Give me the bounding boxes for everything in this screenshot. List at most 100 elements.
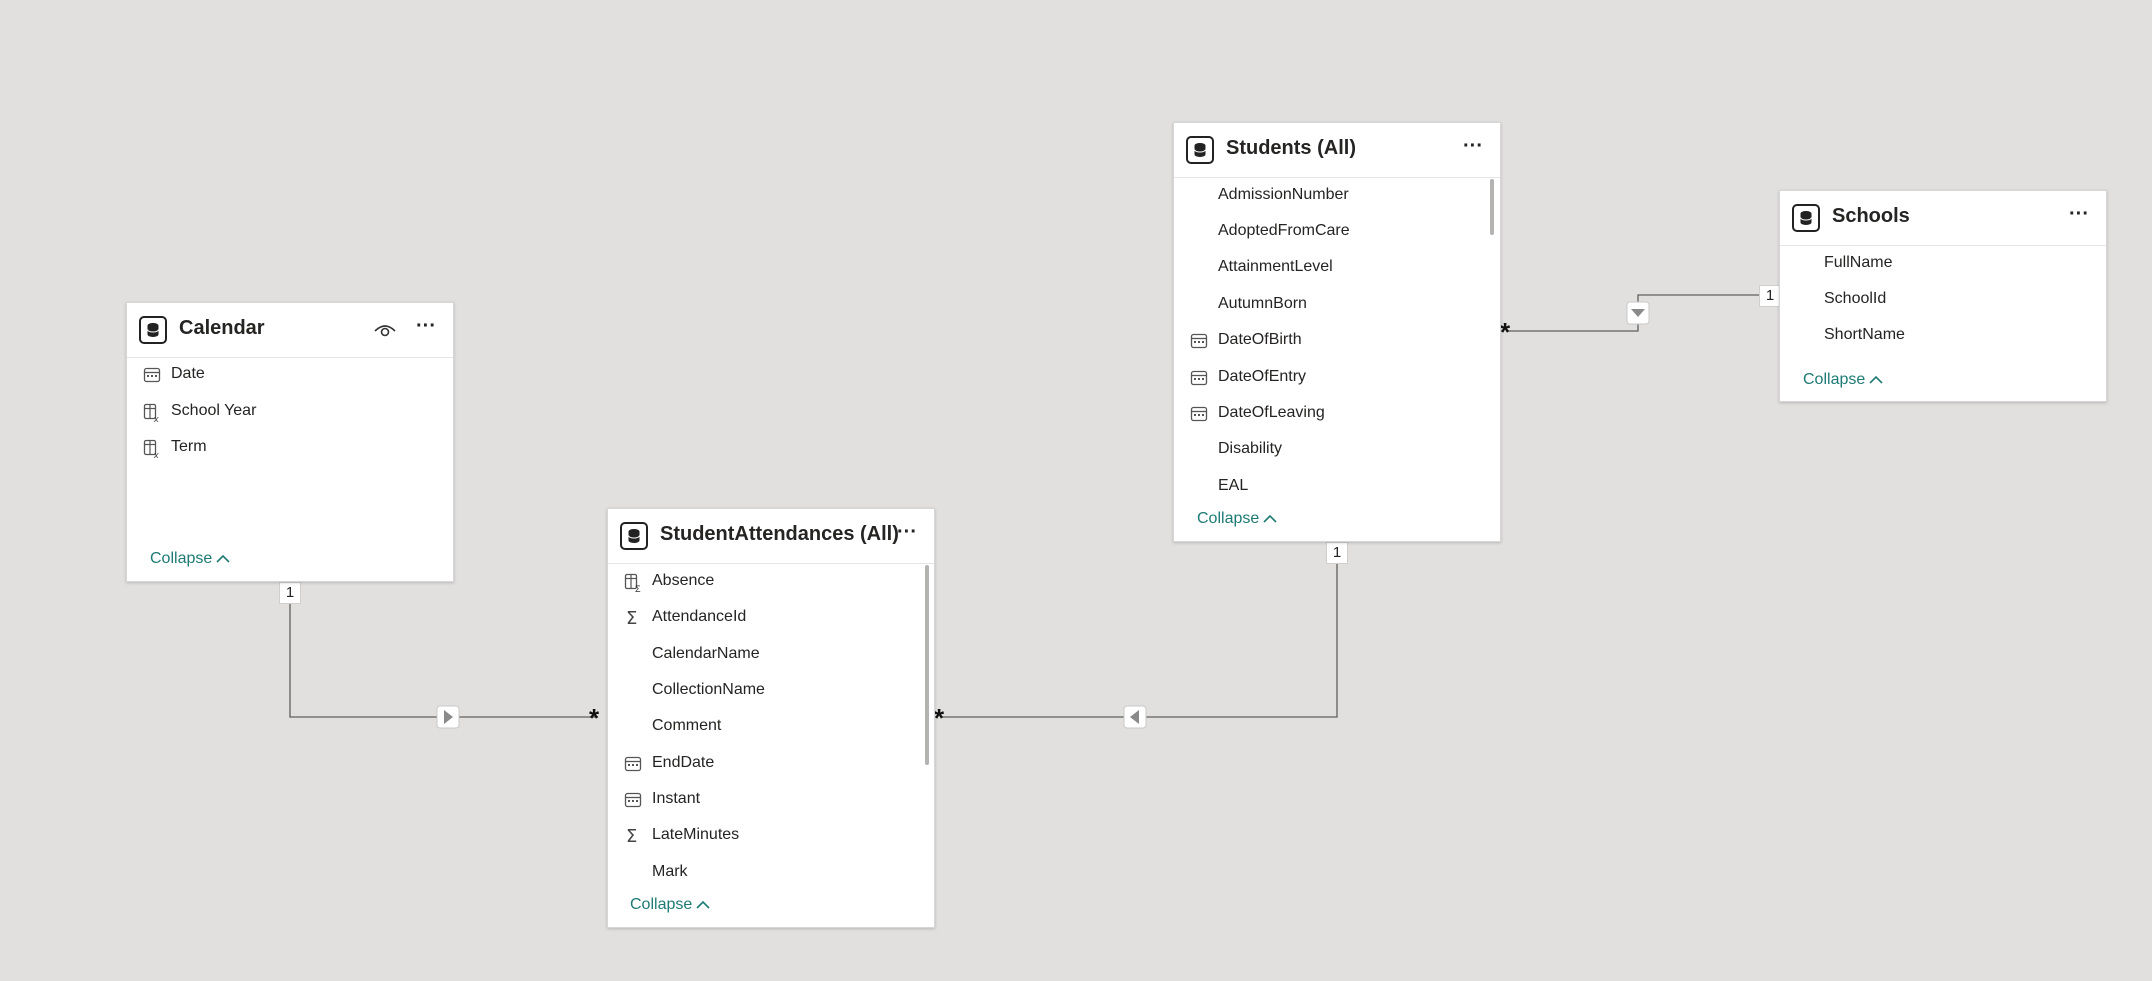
cardinality-many-attendances-left: *: [589, 703, 600, 733]
field-item[interactable]: DateOfEntry: [1174, 360, 1500, 396]
field-name: Comment: [652, 717, 722, 734]
calculated-column-icon: x: [143, 403, 161, 424]
field-name: AutumnBorn: [1218, 295, 1307, 312]
chevron-up-icon: [1869, 375, 1883, 384]
collapse-button[interactable]: Collapse: [630, 896, 710, 914]
more-options-button[interactable]: ···: [1460, 136, 1486, 161]
field-name: Absence: [652, 572, 715, 589]
calendar-icon: [624, 791, 642, 809]
table-card-student-attendances[interactable]: StudentAttendances (All) ··· Σ Absence Σ…: [607, 508, 935, 928]
field-item[interactable]: EndDate: [608, 746, 934, 782]
filter-direction-arrow-right[interactable]: [436, 705, 460, 729]
table-header[interactable]: Students (All) ···: [1174, 123, 1500, 178]
field-name: EndDate: [652, 754, 715, 771]
svg-text:x: x: [153, 450, 159, 459]
collapse-label: Collapse: [1197, 510, 1260, 527]
cardinality-one-schools: 1: [1759, 285, 1781, 307]
chevron-up-icon: [216, 554, 230, 563]
field-item[interactable]: DateOfLeaving: [1174, 396, 1500, 432]
filter-direction-arrow-left[interactable]: [1123, 705, 1147, 729]
field-item[interactable]: Mark: [608, 855, 934, 891]
field-name: Term: [171, 438, 207, 455]
table-card-students[interactable]: Students (All) ··· AdmissionNumber Adopt…: [1173, 122, 1501, 542]
field-name: DateOfBirth: [1218, 331, 1302, 348]
field-item[interactable]: x School Year: [127, 394, 453, 430]
field-item[interactable]: CollectionName: [608, 673, 934, 709]
table-icon: [1186, 136, 1214, 164]
field-name: EAL: [1218, 477, 1249, 494]
field-item[interactable]: AutumnBorn: [1174, 287, 1500, 323]
field-item[interactable]: Σ AttendanceId: [608, 600, 934, 636]
more-options-button[interactable]: ···: [2066, 204, 2092, 229]
field-item[interactable]: Σ LateMinutes: [608, 818, 934, 854]
table-header[interactable]: Schools ···: [1780, 191, 2106, 246]
calculated-column-icon: x: [143, 439, 161, 460]
calendar-icon: [624, 755, 642, 773]
field-item[interactable]: ShortName: [1780, 318, 2106, 354]
table-icon: [139, 316, 167, 344]
calendar-icon: [1190, 405, 1208, 423]
cardinality-one-students: 1: [1326, 542, 1348, 564]
collapse-label: Collapse: [150, 550, 213, 567]
field-item[interactable]: CalendarName: [608, 637, 934, 673]
field-item[interactable]: Date: [127, 357, 453, 393]
calendar-icon: [1190, 369, 1208, 387]
svg-text:Σ: Σ: [635, 584, 641, 593]
calculated-column-icon: Σ: [624, 573, 642, 594]
field-name: Instant: [652, 790, 701, 807]
chevron-up-icon: [1263, 514, 1277, 523]
field-item[interactable]: SchoolId: [1780, 282, 2106, 318]
chevron-up-icon: [696, 900, 710, 909]
field-name: Mark: [652, 863, 688, 880]
field-item[interactable]: AdoptedFromCare: [1174, 214, 1500, 250]
table-title: Students (All): [1226, 137, 1356, 159]
collapse-button[interactable]: Collapse: [1803, 371, 1883, 389]
table-icon: [620, 522, 648, 550]
cardinality-many-attendances-right: *: [934, 703, 945, 733]
field-name: CalendarName: [652, 645, 760, 662]
field-item[interactable]: Disability: [1174, 432, 1500, 468]
field-name: DateOfEntry: [1218, 368, 1307, 385]
table-title: Calendar: [179, 317, 265, 339]
field-name: Date: [171, 365, 205, 382]
field-name: School Year: [171, 402, 257, 419]
table-header[interactable]: Calendar ···: [127, 303, 453, 358]
field-item[interactable]: FullName: [1780, 246, 2106, 282]
cardinality-one-calendar: 1: [279, 582, 301, 604]
calendar-icon: [1190, 332, 1208, 350]
field-name: AdmissionNumber: [1218, 186, 1349, 203]
field-item[interactable]: DateOfBirth: [1174, 323, 1500, 359]
table-card-calendar[interactable]: Calendar ··· Date x School Year x Term C…: [126, 302, 454, 582]
svg-text:Σ: Σ: [626, 609, 637, 627]
field-name: FullName: [1824, 254, 1893, 271]
svg-text:Σ: Σ: [626, 827, 637, 845]
field-item[interactable]: x Term: [127, 430, 453, 466]
table-card-schools[interactable]: Schools ··· FullName SchoolId ShortName …: [1779, 190, 2107, 402]
field-name: ShortName: [1824, 326, 1905, 343]
field-item[interactable]: Σ Absence: [608, 564, 934, 600]
table-title: StudentAttendances (All): [660, 523, 899, 545]
field-name: AttainmentLevel: [1218, 258, 1333, 275]
collapse-button[interactable]: Collapse: [1197, 510, 1277, 528]
model-canvas[interactable]: 1 * 1 * * 1 Calendar ··· Date x School Y…: [0, 0, 2152, 981]
more-options-button[interactable]: ···: [894, 522, 920, 547]
collapse-button[interactable]: Collapse: [150, 550, 230, 568]
field-item[interactable]: EAL: [1174, 469, 1500, 505]
field-name: DateOfLeaving: [1218, 404, 1325, 421]
filter-direction-arrow-down[interactable]: [1626, 301, 1650, 325]
sigma-icon: Σ: [624, 826, 642, 847]
sigma-icon: Σ: [624, 608, 642, 629]
table-header[interactable]: StudentAttendances (All) ···: [608, 509, 934, 564]
field-item[interactable]: AttainmentLevel: [1174, 250, 1500, 286]
more-options-button[interactable]: ···: [413, 316, 439, 341]
field-name: Disability: [1218, 440, 1283, 457]
eye-icon[interactable]: [373, 321, 397, 339]
table-icon: [1792, 204, 1820, 232]
calendar-icon: [143, 366, 161, 384]
field-name: AttendanceId: [652, 608, 747, 625]
field-item[interactable]: AdmissionNumber: [1174, 178, 1500, 214]
collapse-label: Collapse: [630, 896, 693, 913]
field-name: SchoolId: [1824, 290, 1887, 307]
field-item[interactable]: Comment: [608, 709, 934, 745]
field-item[interactable]: Instant: [608, 782, 934, 818]
